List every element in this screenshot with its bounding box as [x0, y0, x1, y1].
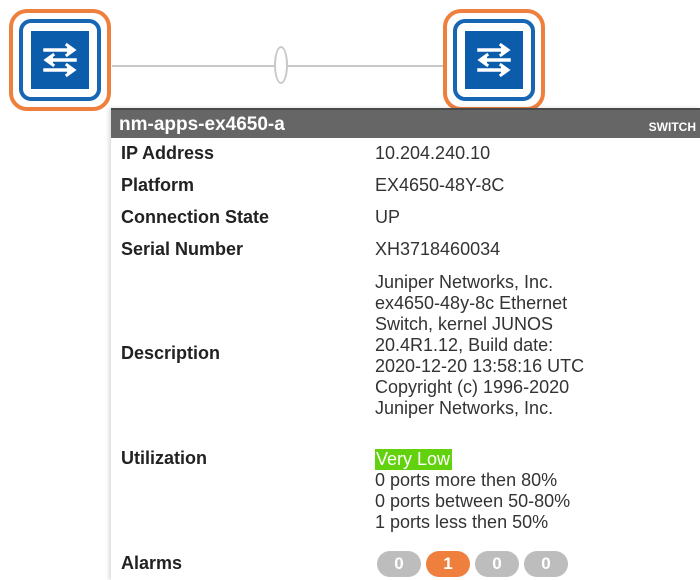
alarm-count-pill[interactable]: 0: [524, 551, 568, 577]
alarm-count-pill[interactable]: 1: [426, 551, 470, 577]
alarm-count-pill[interactable]: 0: [475, 551, 519, 577]
serial-number-row: Serial Number XH3718460034: [111, 239, 700, 265]
description-line: Switch, kernel JUNOS: [375, 314, 554, 334]
utilization-detail-line: 0 ports between 50-80%: [375, 491, 571, 511]
ip-address-value: 10.204.240.10: [375, 143, 491, 163]
platform-label: Platform: [121, 175, 195, 195]
device-info-panel: nm-apps-ex4650-a SWITCH IP Address 10.20…: [111, 108, 700, 580]
panel-header: nm-apps-ex4650-a SWITCH: [111, 108, 700, 138]
device-type-label: SWITCH: [648, 120, 696, 134]
serial-number-value: XH3718460034: [375, 239, 501, 259]
switch-node-right-frame: [453, 19, 535, 101]
utilization-level-badge: Very Low: [375, 449, 453, 470]
switch-node-left-frame: [19, 19, 101, 101]
connection-state-row: Connection State UP: [111, 207, 700, 233]
utilization-detail-line: 1 ports less then 50%: [375, 512, 549, 532]
description-row: Description Juniper Networks, Inc. ex465…: [111, 272, 700, 436]
link-aggregation-indicator[interactable]: [274, 46, 288, 84]
alarms-row: Alarms 0 1 0 0: [111, 550, 700, 580]
ip-address-label: IP Address: [121, 143, 215, 163]
description-line: 20.4R1.12, Build date:: [375, 335, 554, 355]
connection-state-value: UP: [375, 207, 401, 227]
alarm-count-pill[interactable]: 0: [377, 551, 421, 577]
alarms-label: Alarms: [121, 553, 183, 573]
platform-value: EX4650-48Y-8C: [375, 175, 505, 195]
description-line: 2020-12-20 13:58:16 UTC: [375, 356, 585, 376]
description-line: Juniper Networks, Inc.: [375, 398, 554, 418]
switch-node-left[interactable]: [9, 9, 111, 111]
platform-row: Platform EX4650-48Y-8C: [111, 175, 700, 201]
connection-state-label: Connection State: [121, 207, 270, 227]
ip-address-row: IP Address 10.204.240.10: [111, 143, 700, 169]
switch-node-right[interactable]: [443, 9, 545, 111]
network-switch-icon: [465, 31, 523, 89]
description-label: Description: [121, 343, 221, 363]
description-line: Juniper Networks, Inc.: [375, 272, 554, 292]
description-line: Copyright (c) 1996-2020: [375, 377, 570, 397]
utilization-label: Utilization: [121, 448, 207, 468]
utilization-value: Very Low 0 ports more then 80% 0 ports b…: [375, 449, 695, 533]
serial-number-label: Serial Number: [121, 239, 244, 259]
utilization-row: Utilization Very Low 0 ports more then 8…: [111, 448, 700, 540]
device-hostname: nm-apps-ex4650-a: [119, 114, 285, 135]
utilization-detail-line: 0 ports more then 80%: [375, 470, 558, 490]
alarm-counts: 0 1 0 0: [377, 551, 568, 577]
topology-canvas: nm-apps-ex4650-a SWITCH IP Address 10.20…: [0, 0, 700, 580]
description-line: ex4650-48y-8c Ethernet: [375, 293, 568, 313]
description-value: Juniper Networks, Inc. ex4650-48y-8c Eth…: [375, 272, 695, 419]
network-switch-icon: [31, 31, 89, 89]
